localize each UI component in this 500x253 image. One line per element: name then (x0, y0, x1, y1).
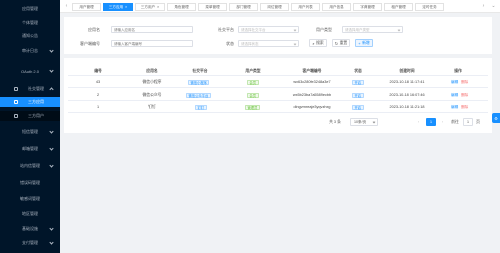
sidebar: 应用管理 个体管理 通知公告 审计日志 OAuth 2.0 社交管理 三方应用 … (0, 0, 60, 253)
tab-tenant[interactable]: 租户管理 (384, 3, 413, 11)
tab-user-manage[interactable]: 用户管理 (72, 3, 101, 11)
sidebar-item-audit-log[interactable]: 审计日志 (0, 46, 60, 56)
close-icon[interactable]: × (157, 5, 159, 9)
divider (68, 87, 488, 88)
sidebar-item-errorcode[interactable]: 错误码管理 (0, 178, 60, 188)
divider (68, 112, 488, 113)
col-header-user-type: 用户类型 (245, 69, 261, 73)
goto-label: 前往 (451, 119, 459, 124)
chevron-down-icon (372, 120, 376, 124)
user-type-tag: 管理员 (245, 104, 260, 110)
sidebar-item-individual[interactable]: 个体管理 (0, 18, 60, 28)
chevron-down-icon (397, 28, 401, 31)
divider (68, 100, 488, 101)
col-header-platform: 社交平台 (192, 69, 208, 73)
social-platform-label: 社交平台 (218, 27, 234, 32)
chevron-right-icon[interactable]: › (480, 3, 487, 10)
edit-link[interactable]: 编辑 (451, 105, 458, 110)
reset-button[interactable]: ↻ 重置 (332, 39, 350, 47)
search-icon: ⌕ (312, 40, 315, 46)
refresh-icon: ↻ (334, 40, 339, 46)
sidebar-item-social[interactable]: 社交管理 (0, 84, 60, 94)
col-header-actions: 操作 (454, 69, 462, 73)
user-type-select[interactable]: 请选择用户类型 (342, 26, 403, 33)
page-size-select[interactable]: 10条/页 (350, 118, 378, 126)
sidebar-item-notice[interactable]: 通知公告 (0, 31, 60, 41)
prev-page-button[interactable]: ‹ (414, 118, 423, 126)
client-id-input[interactable] (111, 40, 193, 47)
app-name-label: 应用名 (88, 27, 100, 32)
delete-link[interactable]: 删除 (461, 105, 468, 110)
sidebar-item-third-user[interactable]: 三方用户 (0, 111, 60, 121)
user-type-tag: 会员 (247, 92, 259, 98)
status-tag: 开启 (352, 92, 364, 98)
col-header-created: 创建时间 (399, 69, 415, 73)
user-type-label: 用户类型 (316, 27, 332, 32)
tab-dict[interactable]: 字典管理 (353, 3, 382, 11)
sidebar-item-sensitive[interactable]: 敏感词管理 (0, 194, 60, 204)
chevron-down-icon (293, 42, 297, 45)
plus-icon: + (358, 40, 361, 46)
tab-post[interactable]: 岗位管理 (260, 3, 289, 11)
sidebar-item-mail[interactable]: 邮箱管理 (0, 144, 60, 154)
status-tag: 开启 (352, 79, 364, 85)
sidebar-item-region[interactable]: 地区管理 (0, 209, 60, 219)
chevron-left-icon[interactable]: ‹ (63, 3, 70, 10)
next-page-button[interactable]: › (438, 118, 447, 126)
tab-job[interactable]: 定时任务 (415, 3, 444, 11)
tab-dept[interactable]: 部门管理 (229, 3, 258, 11)
tab-user-info[interactable]: 用户信息 (322, 3, 351, 11)
col-header-status: 状态 (354, 69, 362, 73)
col-header-name: 应用名 (146, 69, 158, 73)
app-name-input[interactable] (111, 26, 193, 33)
sidebar-item-third-app[interactable]: 三方应用 (0, 97, 60, 107)
tab-third-user[interactable]: 三方用户 × (135, 3, 165, 11)
tab-menu[interactable]: 菜单管理 (198, 3, 227, 11)
sidebar-item-infra[interactable]: 基础设施 (0, 224, 60, 234)
col-header-id: 编号 (94, 69, 102, 73)
page-suffix: 页 (476, 119, 480, 124)
sidebar-item-pay[interactable]: 支付管理 (0, 238, 60, 248)
tab-role[interactable]: 角色管理 (167, 3, 196, 11)
delete-link[interactable]: 删除 (461, 80, 468, 85)
sidebar-item-app-manage[interactable]: 应用管理 (0, 4, 60, 14)
add-button[interactable]: + 新增 (355, 39, 373, 47)
status-tag: 开启 (352, 104, 364, 110)
platform-tag: 微信公众平台 (186, 92, 211, 98)
search-button[interactable]: ⌕ 搜索 (309, 39, 327, 47)
delete-link[interactable]: 删除 (461, 93, 468, 98)
client-id-label: 客户端编号 (80, 41, 100, 46)
user-type-tag: 会员 (247, 79, 259, 85)
search-panel: 应用名 社交平台 请选择社交平台 用户类型 请选择用户类型 客户端编号 状态 请… (64, 17, 492, 54)
page-number-current[interactable]: 1 (426, 118, 436, 126)
platform-tag: 钉钉 (195, 104, 207, 110)
platform-tag: 微信小程序 (188, 79, 210, 85)
edit-link[interactable]: 编辑 (451, 93, 458, 98)
sidebar-item-sms[interactable]: 短信管理 (0, 127, 60, 137)
settings-float-button[interactable]: ⚙ (492, 113, 500, 123)
chevron-down-icon[interactable]: ⌄ (490, 3, 497, 10)
sidebar-item-oauth[interactable]: OAuth 2.0 (0, 66, 60, 76)
pagination-total: 共 3 条 (329, 119, 341, 124)
divider (68, 75, 488, 76)
status-select[interactable]: 请选择状态 (238, 40, 299, 47)
sidebar-item-inbox[interactable]: 站内信管理 (0, 161, 60, 171)
goto-page-input[interactable] (463, 118, 473, 126)
gear-icon: ⚙ (494, 115, 498, 121)
chevron-down-icon (293, 28, 297, 31)
social-platform-select[interactable]: 请选择社交平台 (238, 26, 299, 33)
tab-bar: ‹ 用户管理 三方应用 × 三方用户 × 角色管理 菜单管理 部门管理 岗位管理 用… (60, 0, 500, 13)
edit-link[interactable]: 编辑 (451, 80, 458, 85)
close-icon[interactable]: × (125, 5, 127, 9)
col-header-client-id: 客户端编号 (302, 69, 322, 73)
tab-user-list[interactable]: 用户列表 (291, 3, 320, 11)
tab-third-app[interactable]: 三方应用 × (103, 3, 133, 11)
status-label: 状态 (226, 41, 234, 46)
